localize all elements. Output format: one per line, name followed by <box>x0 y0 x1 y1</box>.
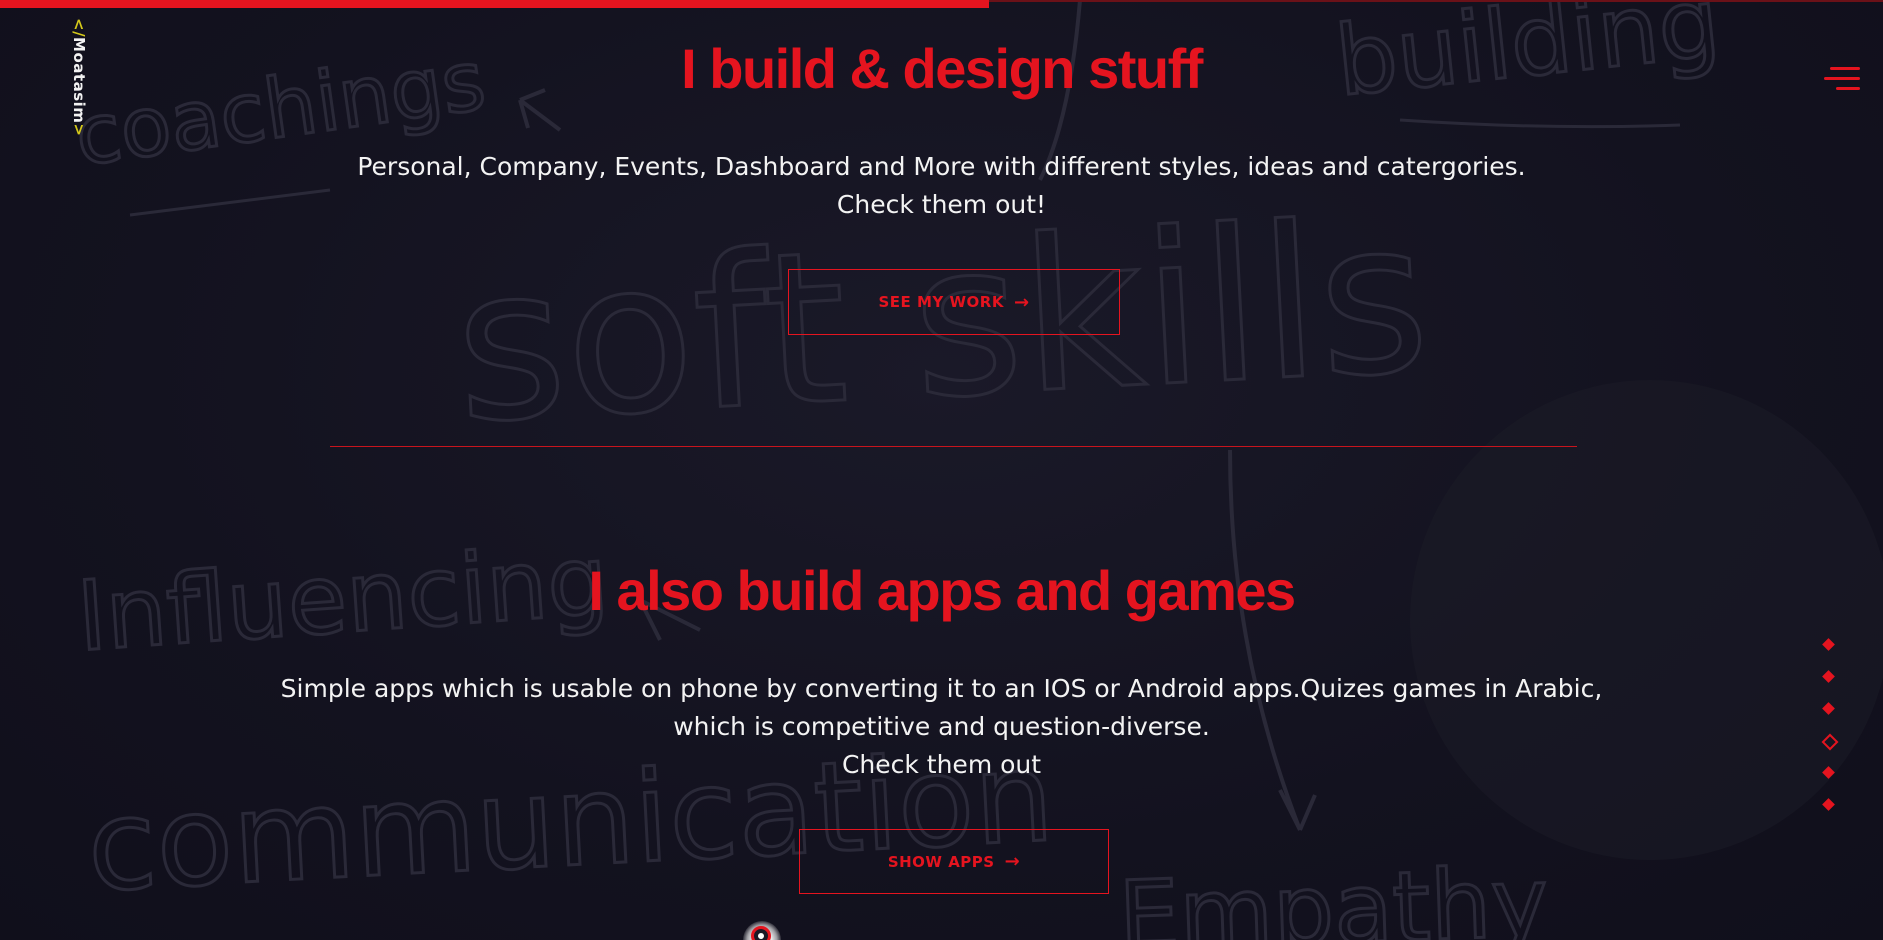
scroll-progress-bar <box>0 0 989 8</box>
logo-name: Moatasim <box>70 37 88 124</box>
section-apps-desc-line-3: Check them out <box>841 750 1042 779</box>
logo-close-bracket: > <box>70 123 88 137</box>
bg-underline-2 <box>1399 118 1681 129</box>
section-nav-dot-6[interactable] <box>1822 798 1835 811</box>
see-my-work-button[interactable]: SEE MY WORK → <box>788 269 1120 335</box>
page: coachings building soft skills Influenci… <box>0 0 1883 940</box>
site-logo[interactable]: </Moatasim> <box>60 18 100 146</box>
section-apps-desc-line-1: Simple apps which is usable on phone by … <box>280 674 1603 703</box>
section-design: I build & design stuff <box>0 36 1883 101</box>
section-design-desc-line-1: Personal, Company, Events, Dashboard and… <box>357 152 1526 181</box>
section-apps: I also build apps and games <box>0 558 1883 623</box>
section-design-desc-line-2: Check them out! <box>836 190 1047 219</box>
bg-word-empathy: Empathy <box>1117 846 1550 940</box>
arrow-right-icon: → <box>1013 291 1030 313</box>
logo-open-bracket: </ <box>70 18 88 38</box>
section-divider <box>330 446 1577 447</box>
scroll-ring-icon <box>751 926 771 940</box>
section-apps-description: Simple apps which is usable on phone by … <box>0 670 1883 784</box>
scroll-indicator[interactable] <box>743 921 781 940</box>
arrow-right-icon: → <box>1004 851 1021 872</box>
show-apps-button[interactable]: SHOW APPS → <box>799 829 1109 894</box>
section-apps-desc-line-2: which is competitive and question-divers… <box>673 712 1210 741</box>
section-apps-title: I also build apps and games <box>588 559 1296 622</box>
section-design-title: I build & design stuff <box>681 37 1203 100</box>
hamburger-menu-icon[interactable] <box>1820 64 1860 94</box>
see-my-work-label: SEE MY WORK <box>878 293 1004 311</box>
section-design-description: Personal, Company, Events, Dashboard and… <box>0 148 1883 224</box>
chalkboard-background: coachings building soft skills Influenci… <box>68 0 1883 940</box>
section-nav-dot-1[interactable] <box>1822 638 1835 651</box>
show-apps-label: SHOW APPS <box>887 852 995 871</box>
